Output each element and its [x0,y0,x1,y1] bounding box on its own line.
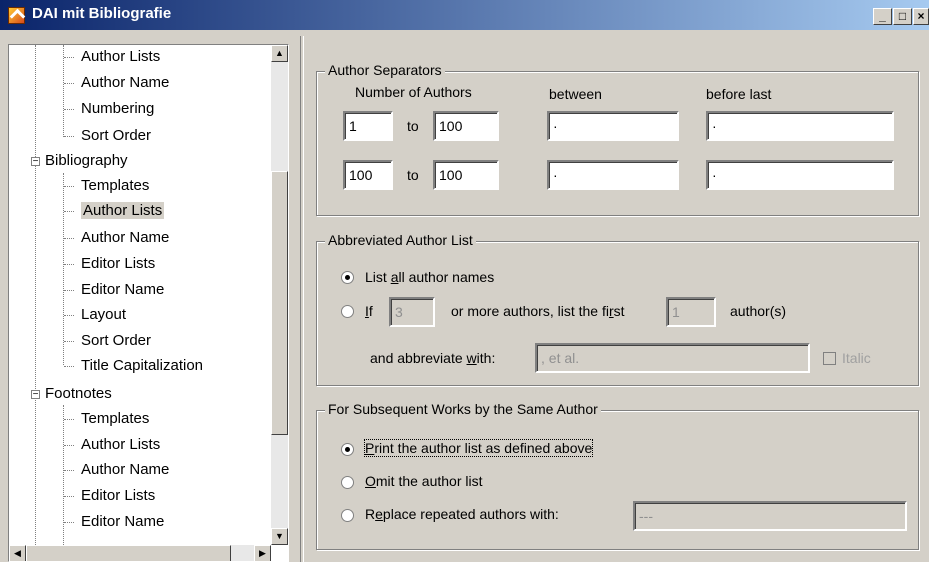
author-separators-group: Author Separators Number of Authors betw… [316,62,919,216]
tree-item-sort-order[interactable]: Sort Order [81,329,151,353]
tree-item-templates[interactable]: Templates [81,407,149,431]
italic-label: Italic [842,350,871,366]
tree-item-editor-lists[interactable]: Editor Lists [81,484,155,508]
tree-item-footnotes[interactable]: Footnotes [45,382,112,406]
tree-line [64,496,74,497]
scroll-down-icon[interactable]: ▼ [271,528,288,545]
to-label: to [407,118,419,134]
tree-line [64,109,74,110]
settings-tree[interactable]: Author Lists Author Name Numbering Sort … [8,44,289,562]
scroll-thumb[interactable] [271,171,288,435]
tree-item-editor-name[interactable]: Editor Name [81,278,164,302]
print-author-list-label[interactable]: Print the author list as defined above [363,439,594,457]
tree-item-editor-lists[interactable]: Editor Lists [81,252,155,276]
app-icon [8,7,25,24]
tree-line [64,419,74,420]
title-bar: DAI mit Bibliografie _ □ × [0,0,929,30]
tree-line [64,315,74,316]
authors-suffix-label: author(s) [730,303,787,319]
tree-line [64,211,74,212]
horizontal-scroll-thumb[interactable] [26,545,231,561]
tree-item-author-name[interactable]: Author Name [81,458,169,482]
close-button[interactable]: × [913,8,929,25]
tree-item-author-lists[interactable]: Author Lists [81,433,160,457]
replace-authors-input[interactable]: --- [633,501,907,531]
tree-line [63,45,64,137]
abbreviate-if-radio[interactable] [341,305,354,318]
tree-line [63,173,64,365]
list-all-authors-radio[interactable] [341,271,354,284]
tree-item-author-lists[interactable]: Author Lists [81,45,160,69]
before-last-label: before last [706,86,772,102]
replace-authors-radio[interactable] [341,509,354,522]
if-label[interactable]: If [365,303,373,319]
tree-item-sort-order[interactable]: Sort Order [81,124,151,148]
tree-line [64,366,74,367]
subsequent-works-group: For Subsequent Works by the Same Author … [316,401,919,550]
scroll-left-icon[interactable]: ◀ [9,545,26,561]
scroll-right-icon[interactable]: ▶ [254,545,271,561]
author-separators-legend: Author Separators [325,62,445,78]
tree-item-author-name[interactable]: Author Name [81,71,169,95]
maximize-button[interactable]: □ [893,8,912,25]
before-last-input-2[interactable]: · [706,160,894,190]
tree-item-numbering[interactable]: Numbering [81,97,154,121]
tree-line [64,290,74,291]
tree-line [35,45,36,545]
tree-item-templates[interactable]: Templates [81,174,149,198]
tree-line [64,238,74,239]
collapse-icon[interactable]: − [31,157,40,167]
number-of-authors-label: Number of Authors [355,84,472,100]
tree-item-bibliography[interactable]: Bibliography [45,149,128,173]
tree-line [64,445,74,446]
replace-authors-label[interactable]: Replace repeated authors with: [365,506,559,522]
abbreviated-author-list-group: Abbreviated Author List List all author … [316,232,919,386]
abbreviate-with-input[interactable]: , et al. [535,343,810,373]
tree-line [64,264,74,265]
tree-item-title-capitalization[interactable]: Title Capitalization [81,354,203,378]
between-label: between [549,86,602,102]
italic-checkbox[interactable] [823,352,836,365]
panel-divider[interactable] [300,36,304,562]
abbreviated-author-list-legend: Abbreviated Author List [325,232,476,248]
tree-item-layout[interactable]: Layout [81,303,126,327]
between-input-1[interactable]: · [547,111,679,141]
to-authors-input-1[interactable]: 100 [433,111,499,141]
tree-line [64,186,74,187]
omit-author-list-label[interactable]: Omit the author list [365,473,483,489]
subsequent-works-legend: For Subsequent Works by the Same Author [325,401,601,417]
tree-horizontal-scrollbar[interactable]: ◀ ▶ [9,545,271,561]
tree-item-author-name[interactable]: Author Name [81,226,169,250]
or-more-authors-label: or more authors, list the first [451,303,625,319]
print-author-list-radio[interactable] [341,443,354,456]
tree-line [64,522,74,523]
tree-line [64,341,74,342]
tree-item-author-lists-selected[interactable]: Author Lists [81,199,165,223]
tree-line [64,470,74,471]
tree-line [64,57,74,58]
to-authors-input-2[interactable]: 100 [433,160,499,190]
tree-line [64,83,74,84]
before-last-input-1[interactable]: · [706,111,894,141]
from-authors-input-2[interactable]: 100 [343,160,393,190]
from-authors-input-1[interactable]: 1 [343,111,393,141]
to-label: to [407,167,419,183]
tree-line [64,136,74,137]
between-input-2[interactable]: · [547,160,679,190]
omit-author-list-radio[interactable] [341,476,354,489]
tree-vertical-scrollbar[interactable]: ▲ ▼ [271,45,288,545]
first-authors-input[interactable]: 1 [666,297,716,327]
abbreviate-with-label: and abbreviate with: [370,350,496,366]
minimize-button[interactable]: _ [873,8,892,25]
collapse-icon[interactable]: − [31,390,40,400]
min-authors-input[interactable]: 3 [389,297,435,327]
window-title: DAI mit Bibliografie [32,5,172,22]
tree-item-editor-name[interactable]: Editor Name [81,510,164,534]
list-all-authors-label[interactable]: List all author names [365,269,494,285]
tree-line [63,405,64,545]
scroll-up-icon[interactable]: ▲ [271,45,288,62]
